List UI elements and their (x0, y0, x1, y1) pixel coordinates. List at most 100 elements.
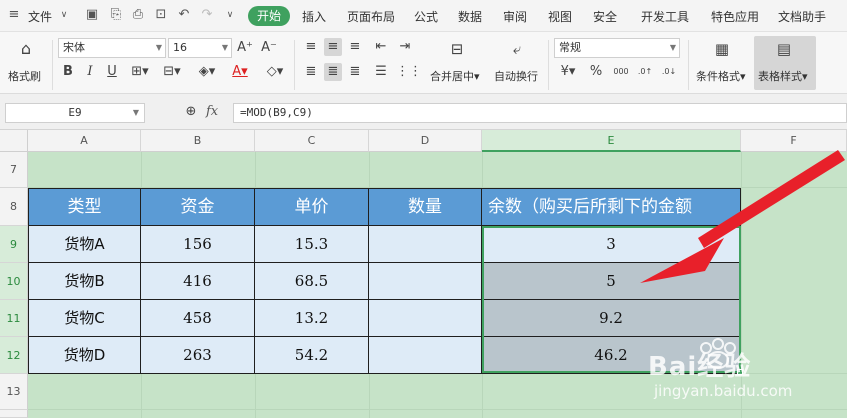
align-bottom-icon[interactable]: ≡ (346, 38, 364, 56)
increase-font-icon[interactable]: A⁺ (236, 39, 254, 57)
column-header-b[interactable]: B (141, 130, 255, 152)
table-cell[interactable]: 货物B (29, 263, 141, 300)
conditional-format-button[interactable]: ▦ 条件格式▾ (694, 36, 750, 90)
table-cell[interactable]: 13.2 (255, 300, 369, 337)
name-box[interactable]: E9 (5, 103, 145, 123)
row-header-7[interactable]: 7 (0, 152, 28, 188)
column-header-c[interactable]: C (255, 130, 369, 152)
zoom-lookup-icon[interactable]: ⊕ (182, 103, 200, 121)
table-cell-selected[interactable]: 5 (482, 263, 741, 300)
table-header-quantity[interactable]: 数量 (369, 189, 482, 226)
table-style-button[interactable]: ▤ 表格样式▾ (754, 36, 816, 90)
align-center-icon[interactable]: ≣ (324, 63, 342, 81)
column-header-e[interactable]: E (482, 130, 741, 152)
table-header-unit-price[interactable]: 单价 (255, 189, 369, 226)
table-cell[interactable]: 15.3 (255, 226, 369, 263)
row-header-10[interactable]: 10 (0, 263, 28, 300)
save-icon[interactable]: ▣ (84, 7, 100, 23)
thousands-icon[interactable]: 000 (610, 63, 632, 81)
table-header-type[interactable]: 类型 (29, 189, 141, 226)
indent-decrease-icon[interactable]: ⇤ (372, 38, 390, 56)
align-right-icon[interactable]: ≣ (346, 63, 364, 81)
table-cell[interactable]: 263 (141, 337, 255, 374)
tab-doc-assistant[interactable]: 文档助手 (778, 8, 826, 25)
redo-icon[interactable]: ↷ (199, 7, 215, 23)
format-painter-button[interactable]: ⌂ 格式刷 (4, 36, 48, 90)
column-header-d[interactable]: D (369, 130, 482, 152)
tab-start[interactable]: 开始 (248, 6, 290, 26)
table-cell[interactable]: 68.5 (255, 263, 369, 300)
table-cell[interactable]: 货物C (29, 300, 141, 337)
bold-icon[interactable]: B (60, 63, 76, 81)
row-header-11[interactable]: 11 (0, 300, 28, 337)
tab-security[interactable]: 安全 (593, 8, 617, 25)
underline-icon[interactable]: U (104, 63, 120, 81)
tab-view[interactable]: 视图 (548, 8, 572, 25)
table-header-remainder[interactable]: 余数（购买后所剩下的金额 (482, 189, 741, 226)
row-header-12[interactable]: 12 (0, 337, 28, 374)
menu-icon[interactable]: ≡ (6, 7, 22, 23)
align-top-icon[interactable]: ≡ (302, 38, 320, 56)
font-color-icon[interactable]: A▾ (228, 63, 252, 81)
currency-icon[interactable]: ¥▾ (556, 63, 580, 81)
align-middle-icon[interactable]: ≡ (324, 38, 342, 56)
table-cell[interactable]: 458 (141, 300, 255, 337)
undo-icon[interactable]: ↶ (176, 7, 192, 23)
row-header-13[interactable]: 13 (0, 374, 28, 410)
decrease-decimal-icon[interactable]: .0↓ (660, 63, 678, 81)
chevron-down-icon[interactable]: ∨ (56, 7, 72, 23)
print-icon[interactable]: ⎙ (130, 7, 146, 23)
table-cell[interactable] (369, 226, 482, 263)
tab-page-layout[interactable]: 页面布局 (347, 8, 395, 25)
more-chevron-icon[interactable]: ∨ (222, 7, 238, 23)
indent-increase-icon[interactable]: ⇥ (396, 38, 414, 56)
fill-color-icon[interactable]: ◈▾ (194, 63, 220, 81)
export-icon[interactable]: ⎘ (108, 7, 124, 23)
table-cell[interactable] (369, 263, 482, 300)
table-cell-selected[interactable]: 9.2 (482, 300, 741, 337)
table-cell[interactable] (369, 337, 482, 374)
preview-icon[interactable]: ⊡ (153, 7, 169, 23)
tab-developer[interactable]: 开发工具 (641, 8, 689, 25)
decrease-font-icon[interactable]: A⁻ (260, 39, 278, 57)
formula-input[interactable]: =MOD(B9,C9) (233, 103, 847, 123)
percent-icon[interactable]: % (588, 63, 604, 81)
tab-insert[interactable]: 插入 (302, 8, 326, 25)
table-cell[interactable]: 货物D (29, 337, 141, 374)
table-header-funds[interactable]: 资金 (141, 189, 255, 226)
wrap-text-button[interactable]: ⤶ 自动换行 (492, 36, 544, 90)
name-box-dropdown-icon[interactable]: ▼ (130, 104, 142, 122)
fill-handle[interactable] (737, 369, 743, 375)
select-all-corner[interactable] (0, 130, 28, 152)
clear-format-icon[interactable]: ◇▾ (262, 63, 288, 81)
italic-icon[interactable]: I (82, 63, 98, 81)
column-header-a[interactable]: A (28, 130, 141, 152)
border-icon[interactable]: ⊞▾ (128, 63, 152, 81)
font-size-select[interactable]: 16 ▼ (168, 38, 232, 58)
merge-center-button[interactable]: ⊟ 合并居中▾ (428, 36, 486, 90)
tab-special[interactable]: 特色应用 (711, 8, 759, 25)
justify-icon[interactable]: ☰ (372, 63, 390, 81)
tab-data[interactable]: 数据 (458, 8, 482, 25)
font-name-select[interactable]: 宋体 ▼ (58, 38, 166, 58)
tab-formulas[interactable]: 公式 (414, 8, 438, 25)
cell-style-icon[interactable]: ⊟▾ (160, 63, 184, 81)
table-cell[interactable]: 货物A (29, 226, 141, 263)
row-header-14[interactable] (0, 410, 28, 418)
number-format-select[interactable]: 常规 ▼ (554, 38, 680, 58)
align-left-icon[interactable]: ≣ (302, 63, 320, 81)
column-header-f[interactable]: F (741, 130, 847, 152)
distributed-icon[interactable]: ⋮⋮ (396, 63, 422, 81)
increase-decimal-icon[interactable]: .0↑ (636, 63, 654, 81)
row-header-9[interactable]: 9 (0, 226, 28, 263)
tab-review[interactable]: 审阅 (503, 8, 527, 25)
table-cell-selected[interactable]: 46.2 (482, 337, 741, 374)
table-cell[interactable]: 54.2 (255, 337, 369, 374)
table-cell[interactable] (369, 300, 482, 337)
row-header-8[interactable]: 8 (0, 188, 28, 226)
fx-icon[interactable]: fx (206, 104, 218, 119)
file-menu[interactable]: 文件 (28, 8, 52, 25)
table-cell[interactable]: 156 (141, 226, 255, 263)
table-cell-active[interactable]: 3 (482, 226, 741, 263)
table-cell[interactable]: 416 (141, 263, 255, 300)
